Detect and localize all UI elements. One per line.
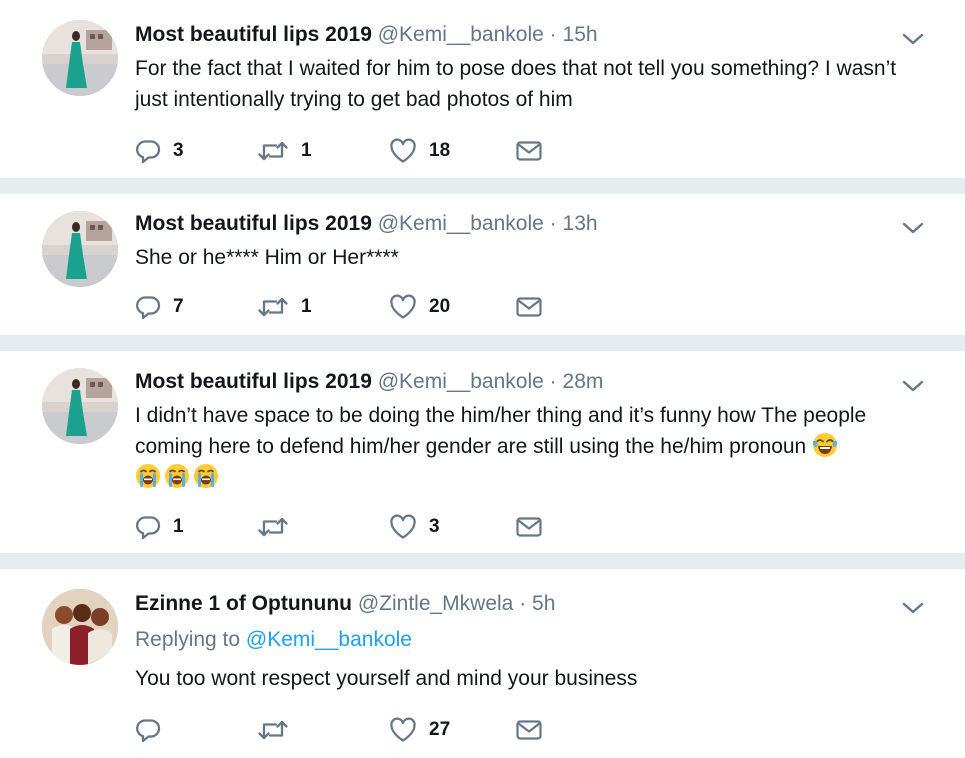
tweet-text: For the fact that I waited for him to po… [135, 57, 897, 111]
timestamp[interactable]: 15h [563, 23, 598, 46]
tweet[interactable]: Most beautiful lips 2019 @Kemi__bankole … [0, 0, 965, 178]
chevron-down-icon[interactable] [899, 598, 927, 618]
replying-label: Replying to [135, 628, 241, 651]
reply-count: 7 [173, 296, 184, 317]
envelope-icon [515, 139, 543, 163]
tears-of-joy-emoji [812, 432, 838, 458]
retweet-icon [257, 294, 289, 320]
reply-button[interactable]: 3 [135, 136, 184, 166]
retweet-count: 1 [301, 140, 312, 161]
reply-icon [135, 294, 161, 320]
separator-dot: · [549, 370, 557, 393]
tweet[interactable]: Most beautiful lips 2019 @Kemi__bankole … [0, 351, 965, 553]
chevron-down-icon[interactable] [899, 29, 927, 49]
separator-dot: · [519, 592, 527, 615]
reply-button[interactable]: 7 [135, 292, 184, 322]
reply-icon [135, 138, 161, 164]
like-button[interactable]: 27 [389, 715, 450, 745]
retweet-button[interactable]: 1 [257, 136, 312, 166]
loudly-crying-emoji [164, 463, 190, 489]
reply-icon [135, 717, 161, 743]
chevron-down-icon[interactable] [899, 376, 927, 396]
like-button[interactable]: 3 [389, 512, 440, 542]
heart-icon [389, 717, 417, 743]
timestamp[interactable]: 13h [563, 212, 598, 235]
separator-dot: · [549, 23, 557, 46]
loudly-crying-emoji [193, 463, 219, 489]
envelope-icon [515, 718, 543, 742]
author-handle[interactable]: @Kemi__bankole [378, 23, 544, 46]
avatar[interactable] [42, 211, 118, 287]
retweet-icon [257, 138, 289, 164]
tweet-actions: 3 1 18 [135, 136, 595, 166]
author-name[interactable]: Most beautiful lips 2019 [135, 212, 372, 235]
tweet-text-block: I didn’t have space to be doing the him/… [135, 400, 925, 493]
tweet-actions: 27 [135, 715, 595, 745]
tweet-actions: 1 3 [135, 512, 595, 542]
avatar[interactable] [42, 368, 118, 444]
retweet-button[interactable] [257, 715, 301, 745]
envelope-icon [515, 295, 543, 319]
like-button[interactable]: 20 [389, 292, 450, 322]
retweet-button[interactable]: 1 [257, 292, 312, 322]
dm-button[interactable] [515, 512, 543, 542]
reply-count: 3 [173, 140, 184, 161]
tweet-text: I didn’t have space to be doing the him/… [135, 404, 867, 458]
author-name[interactable]: Most beautiful lips 2019 [135, 370, 372, 393]
author-name[interactable]: Ezinne 1 of Optununu [135, 592, 352, 615]
dm-button[interactable] [515, 292, 543, 322]
author-handle[interactable]: @Zintle_Mkwela [358, 592, 514, 615]
reply-button[interactable]: 1 [135, 512, 184, 542]
timestamp[interactable]: 28m [563, 370, 604, 393]
tweet[interactable]: Most beautiful lips 2019 @Kemi__bankole … [0, 194, 965, 335]
author-name[interactable]: Most beautiful lips 2019 [135, 23, 372, 46]
replying-mention-link[interactable]: @Kemi__bankole [246, 628, 412, 651]
heart-icon [389, 514, 417, 540]
timeline: Most beautiful lips 2019 @Kemi__bankole … [0, 0, 965, 758]
retweet-button[interactable] [257, 512, 301, 542]
like-button[interactable]: 18 [389, 136, 450, 166]
author-handle[interactable]: @Kemi__bankole [378, 212, 544, 235]
retweet-icon [257, 717, 289, 743]
tweet[interactable]: Ezinne 1 of Optununu @Zintle_Mkwela · 5h… [0, 569, 965, 758]
dm-button[interactable] [515, 715, 543, 745]
tweet-text: She or he**** Him or Her**** [135, 246, 399, 269]
avatar[interactable] [42, 20, 118, 96]
dm-button[interactable] [515, 136, 543, 166]
heart-icon [389, 138, 417, 164]
reply-count: 1 [173, 516, 184, 537]
reply-icon [135, 514, 161, 540]
retweet-count: 1 [301, 296, 312, 317]
replying-to: Replying to @Kemi__bankole [135, 627, 412, 653]
retweet-icon [257, 514, 289, 540]
like-count: 20 [429, 296, 451, 317]
heart-icon [389, 294, 417, 320]
tweet-actions: 7 1 20 [135, 292, 595, 322]
like-count: 18 [429, 140, 451, 161]
tweet-text: You too wont respect yourself and mind y… [135, 667, 638, 690]
like-count: 27 [429, 719, 451, 740]
loudly-crying-emoji [135, 463, 161, 489]
timestamp[interactable]: 5h [532, 592, 555, 615]
like-count: 3 [429, 516, 440, 537]
separator-dot: · [549, 212, 557, 235]
avatar[interactable] [42, 589, 118, 665]
author-handle[interactable]: @Kemi__bankole [378, 370, 544, 393]
reply-button[interactable] [135, 715, 173, 745]
envelope-icon [515, 515, 543, 539]
chevron-down-icon[interactable] [899, 218, 927, 238]
